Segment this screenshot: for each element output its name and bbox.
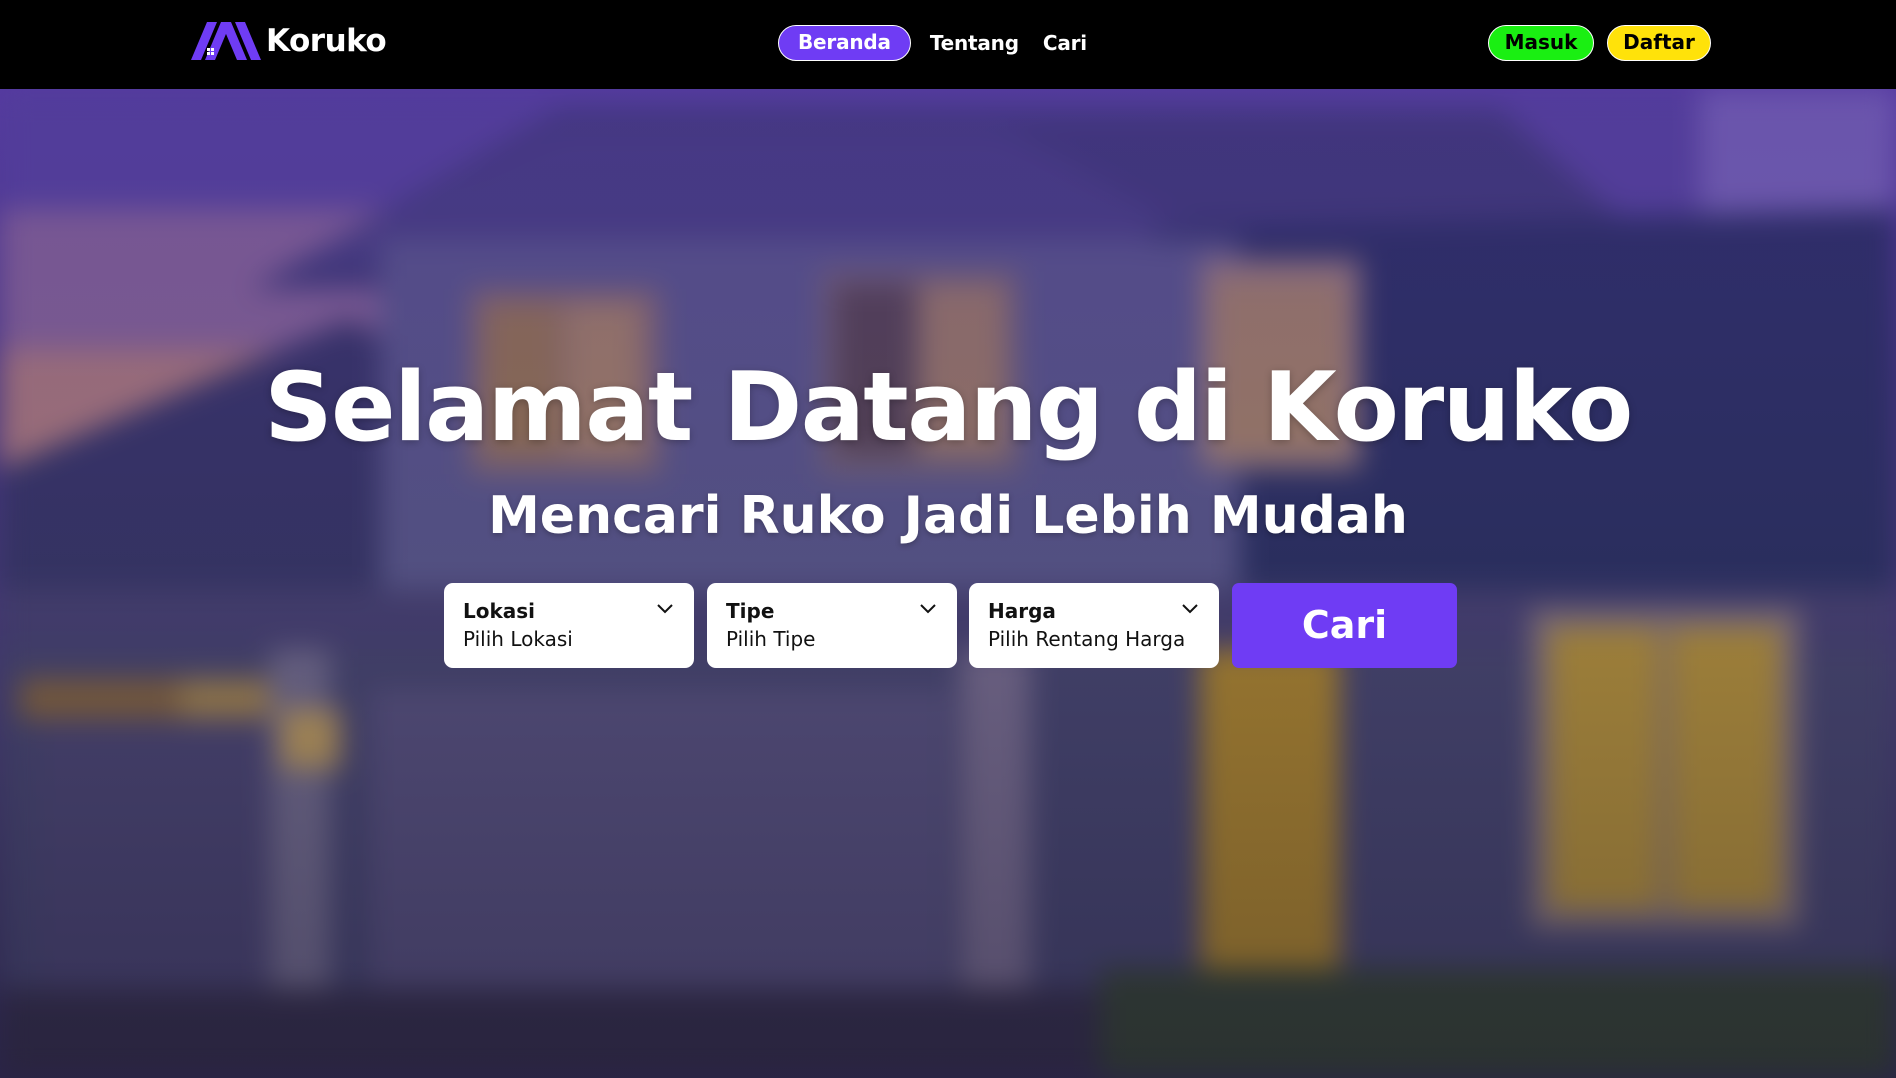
login-button[interactable]: Masuk <box>1488 25 1594 61</box>
navbar: Koruko Beranda Tentang Cari Masuk Daftar <box>0 0 1896 89</box>
search-button[interactable]: Cari <box>1232 583 1457 668</box>
price-value: Pilih Rentang Harga <box>988 627 1186 651</box>
type-select[interactable]: Tipe Pilih Tipe <box>707 583 957 668</box>
nav-link-tentang[interactable]: Tentang <box>918 25 1031 61</box>
brand-logo[interactable]: Koruko <box>191 22 387 60</box>
type-label: Tipe <box>726 599 775 623</box>
price-label: Harga <box>988 599 1056 623</box>
location-label: Lokasi <box>463 599 536 623</box>
chevron-down-icon <box>657 604 673 614</box>
nav-link-cari[interactable]: Cari <box>1031 25 1099 61</box>
type-value: Pilih Tipe <box>726 627 816 651</box>
koruko-logo-icon <box>191 22 261 60</box>
location-value: Pilih Lokasi <box>463 627 573 651</box>
nav-link-beranda[interactable]: Beranda <box>778 25 911 61</box>
location-select[interactable]: Lokasi Pilih Lokasi <box>444 583 694 668</box>
hero-subtitle: Mencari Ruko Jadi Lebih Mudah <box>488 486 1408 546</box>
chevron-down-icon <box>920 604 936 614</box>
chevron-down-icon <box>1182 604 1198 614</box>
register-button[interactable]: Daftar <box>1607 25 1711 61</box>
hero-title: Selamat Datang di Koruko <box>264 353 1633 463</box>
price-select[interactable]: Harga Pilih Rentang Harga <box>969 583 1219 668</box>
nav-links: Beranda Tentang Cari <box>778 25 1099 61</box>
brand-name: Koruko <box>266 23 387 59</box>
